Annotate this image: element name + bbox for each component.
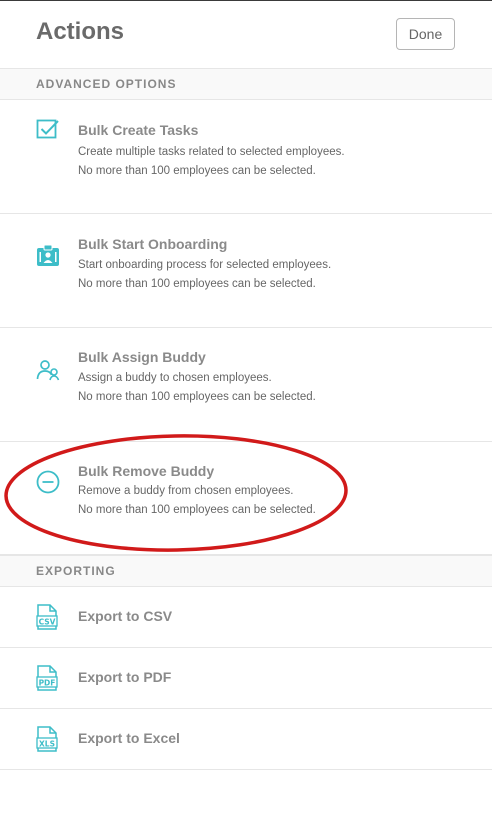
bulk-remove-buddy-item[interactable]: Bulk Remove Buddy Remove a buddy from ch… (0, 442, 492, 555)
bulk-create-tasks-desc-1: Create multiple tasks related to selecte… (78, 146, 345, 158)
actions-header: Actions Done (0, 0, 492, 69)
done-button[interactable]: Done (396, 18, 455, 50)
bulk-assign-buddy-desc-1: Assign a buddy to chosen employees. (78, 372, 272, 384)
export-excel-item[interactable]: XLS Export to Excel (0, 709, 492, 770)
bulk-assign-buddy-desc-2: No more than 100 employees can be select… (78, 391, 316, 403)
bulk-create-tasks-title: Bulk Create Tasks (78, 122, 199, 138)
csv-badge-text: CSV (39, 618, 56, 627)
bulk-remove-buddy-desc-2: No more than 100 employees can be select… (78, 504, 316, 516)
xls-badge-text: XLS (39, 740, 55, 749)
bulk-assign-buddy-title: Bulk Assign Buddy (78, 349, 206, 365)
page-title: Actions (36, 18, 125, 45)
people-icon (36, 358, 60, 382)
export-pdf-item[interactable]: PDF Export to PDF (0, 648, 492, 709)
section-title-exporting: EXPORTING (36, 564, 116, 578)
bulk-create-tasks-item[interactable]: Bulk Create Tasks Create multiple tasks … (0, 100, 492, 214)
bulk-start-onboarding-title: Bulk Start Onboarding (78, 236, 228, 252)
export-pdf-label: Export to PDF (78, 669, 172, 685)
badge-icon (36, 244, 60, 268)
xls-file-icon: XLS (36, 726, 58, 752)
bulk-remove-buddy-desc-1: Remove a buddy from chosen employees. (78, 485, 294, 497)
checkbox-task-icon (36, 116, 60, 140)
bulk-remove-buddy-title: Bulk Remove Buddy (78, 463, 215, 479)
export-csv-label: Export to CSV (78, 608, 173, 624)
export-csv-item[interactable]: CSV Export to CSV (0, 587, 492, 648)
bulk-start-onboarding-desc-1: Start onboarding process for selected em… (78, 259, 332, 271)
minus-circle-icon (36, 470, 60, 494)
bulk-assign-buddy-item[interactable]: Bulk Assign Buddy Assign a buddy to chos… (0, 328, 492, 442)
bulk-start-onboarding-item[interactable]: Bulk Start Onboarding Start onboarding p… (0, 214, 492, 328)
pdf-file-icon: PDF (36, 665, 58, 691)
section-header-advanced: ADVANCED OPTIONS (0, 68, 492, 100)
export-excel-label: Export to Excel (78, 730, 180, 746)
section-title-advanced: ADVANCED OPTIONS (36, 77, 177, 91)
pdf-badge-text: PDF (39, 679, 56, 688)
bulk-create-tasks-desc-2: No more than 100 employees can be select… (78, 165, 316, 177)
section-header-exporting: EXPORTING (0, 555, 492, 587)
bulk-start-onboarding-desc-2: No more than 100 employees can be select… (78, 278, 316, 290)
csv-file-icon: CSV (36, 604, 58, 630)
